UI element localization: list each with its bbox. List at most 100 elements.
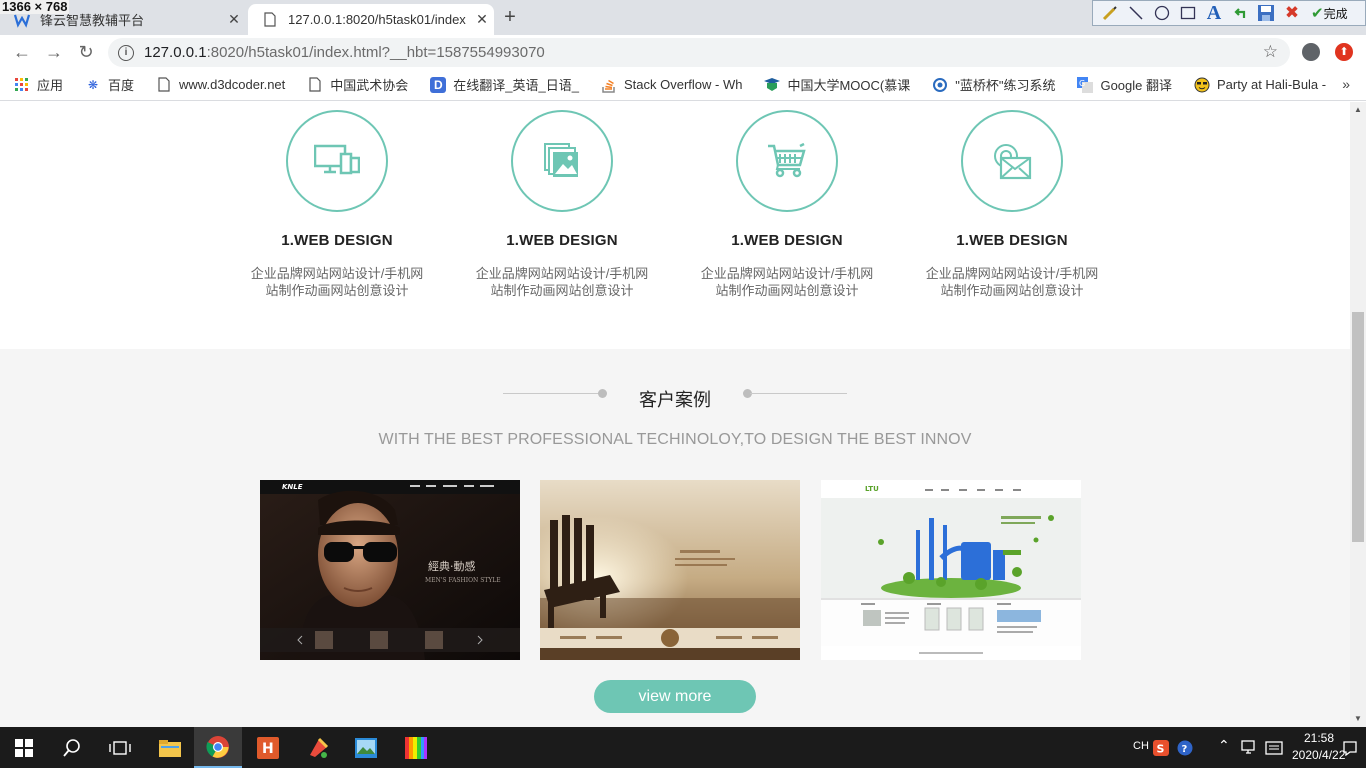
back-arrow-icon[interactable]: ← xyxy=(10,41,34,63)
scroll-down-arrow-icon[interactable]: ▼ xyxy=(1350,711,1366,727)
bookmark-item[interactable]: Stack Overflow - Wh xyxy=(601,77,742,93)
scrollbar-thumb[interactable] xyxy=(1352,312,1364,542)
mooc-icon xyxy=(764,77,781,93)
view-more-button[interactable]: view more xyxy=(594,680,756,713)
client-cases-section: 客户案例 WITH THE BEST PROFESSIONAL TECHINOL… xyxy=(0,349,1350,727)
bookmark-item[interactable]: G Google 翻译 xyxy=(1077,75,1172,94)
taskbar-file-explorer[interactable] xyxy=(146,727,194,768)
task-view-button[interactable] xyxy=(96,727,144,768)
network-icon[interactable] xyxy=(1238,727,1262,768)
bookmark-label: Google 翻译 xyxy=(1100,78,1173,93)
page-scrollbar[interactable]: ▲ ▼ xyxy=(1350,102,1366,727)
lanqiao-icon xyxy=(932,77,948,93)
bookmark-item[interactable]: 应用 xyxy=(14,75,63,94)
scroll-up-arrow-icon[interactable]: ▲ xyxy=(1350,102,1366,118)
bookmark-label: Party at Hali-Bula - xyxy=(1217,77,1327,92)
section-subtitle: WITH THE BEST PROFESSIONAL TECHINOLOY,TO… xyxy=(378,431,972,448)
done-button[interactable]: ✔ 完成 xyxy=(1307,3,1352,23)
bookmark-item[interactable]: Party at Hali-Bula - xyxy=(1194,77,1326,93)
new-tab-button[interactable]: + xyxy=(498,6,522,29)
service-card: 1.WEB DESIGN 企业品牌网站网站设计/手机网站制作动画网站创意设计 xyxy=(687,110,887,299)
windows-taskbar: H CH S ? ⌃ 21:58 2020/4/22 xyxy=(0,727,1366,768)
bookmark-item[interactable]: www.d3dcoder.net xyxy=(156,77,285,93)
brush-icon[interactable] xyxy=(1099,3,1121,23)
task-view-icon xyxy=(109,740,131,755)
taskbar-image-viewer[interactable] xyxy=(342,727,390,768)
bookmark-label: 百度 xyxy=(108,78,135,93)
check-icon: ✔ xyxy=(1311,5,1324,22)
taskbar-hbuilder[interactable]: H xyxy=(244,727,292,768)
tab-title: 127.0.0.1:8020/h5task01/index xyxy=(288,12,466,27)
page-icon xyxy=(307,77,323,93)
lakeside-chair-thumbnail[interactable] xyxy=(540,480,800,660)
service-icon-circle xyxy=(286,110,388,212)
taskbar-color-app[interactable] xyxy=(392,727,440,768)
service-description: 企业品牌网站网站设计/手机网站制作动画网站创意设计 xyxy=(700,266,874,298)
bookmark-star-icon[interactable]: ☆ xyxy=(1263,42,1278,62)
extension-icon[interactable]: ⬆ xyxy=(1335,43,1353,61)
service-title: 1.WEB DESIGN xyxy=(956,232,1068,249)
address-bar[interactable]: i 127.0.0.1 :8020/h5task01/index.html?__… xyxy=(108,38,1290,67)
close-tab-icon[interactable]: ✕ xyxy=(222,11,246,28)
ime-indicator[interactable]: CH xyxy=(1133,740,1149,752)
bookmark-item[interactable]: D 在线翻译_英语_日语_ xyxy=(430,75,579,94)
save-icon[interactable] xyxy=(1255,3,1277,23)
fashion-site-thumbnail[interactable]: 經典·動感 MEN'S FASHION STYLE KNLE xyxy=(260,480,520,660)
monitor-devices-icon xyxy=(314,144,360,175)
tab-active[interactable]: 127.0.0.1:8020/h5task01/index ✕ xyxy=(248,4,494,35)
services-section: 1.WEB DESIGN 企业品牌网站网站设计/手机网站制作动画网站创意设计 1… xyxy=(0,102,1350,349)
color-bars-icon xyxy=(405,736,427,759)
svg-text:G: G xyxy=(1079,79,1085,88)
undo-icon[interactable] xyxy=(1229,3,1251,23)
bookmark-item[interactable]: 中国大学MOOC(慕课 xyxy=(764,75,910,94)
screenshot-dimensions-label: 1366 × 768 xyxy=(0,0,70,14)
help-icon[interactable]: ? xyxy=(1174,727,1196,768)
title-divider-right xyxy=(750,393,847,394)
windows-logo-icon xyxy=(15,738,33,757)
search-button[interactable] xyxy=(48,727,96,768)
chrome-icon xyxy=(206,735,229,758)
forward-arrow-icon[interactable]: → xyxy=(42,41,66,63)
service-description: 企业品牌网站网站设计/手机网站制作动画网站创意设计 xyxy=(250,266,424,298)
paint-icon xyxy=(310,737,329,758)
google-translate-icon: G xyxy=(1077,76,1094,93)
clock-time[interactable]: 21:58 xyxy=(1304,731,1334,745)
service-card: 1.WEB DESIGN 企业品牌网站网站设计/手机网站制作动画网站创意设计 xyxy=(912,110,1112,299)
sogou-icon[interactable]: S xyxy=(1148,727,1174,768)
notification-icon[interactable] xyxy=(1340,727,1360,768)
info-icon[interactable]: i xyxy=(118,44,134,61)
close-tab-icon[interactable]: ✕ xyxy=(470,11,494,28)
service-icon-circle xyxy=(511,110,613,212)
mail-envelope-icon xyxy=(994,144,1032,180)
bookmark-label: Stack Overflow - Wh xyxy=(623,77,743,92)
line-icon[interactable] xyxy=(1125,3,1147,23)
bookmark-item[interactable]: ❋ 百度 xyxy=(85,75,134,94)
service-title: 1.WEB DESIGN xyxy=(506,232,618,249)
service-title: 1.WEB DESIGN xyxy=(281,232,393,249)
text-tool-icon[interactable]: A xyxy=(1203,2,1225,24)
ellipse-icon[interactable] xyxy=(1151,3,1173,23)
account-avatar-icon[interactable] xyxy=(1302,43,1320,61)
taskbar-chrome[interactable] xyxy=(194,727,242,768)
bookmark-label: 中国大学MOOC(慕课 xyxy=(787,78,911,93)
input-method-icon[interactable] xyxy=(1262,727,1286,768)
service-icon-circle xyxy=(736,110,838,212)
smiley-icon xyxy=(1194,77,1210,93)
bookmark-item[interactable]: "蓝桥杯"练习系统 xyxy=(932,75,1055,94)
bookmarks-overflow-icon[interactable]: » xyxy=(1342,76,1350,92)
service-title: 1.WEB DESIGN xyxy=(731,232,843,249)
hbuilder-icon: H xyxy=(257,736,279,759)
cancel-icon[interactable]: ✖ xyxy=(1281,3,1303,23)
service-card: 1.WEB DESIGN 企业品牌网站网站设计/手机网站制作动画网站创意设计 xyxy=(237,110,437,299)
rectangle-icon[interactable] xyxy=(1177,3,1199,23)
service-description: 企业品牌网站网站设计/手机网站制作动画网站创意设计 xyxy=(925,266,1099,298)
reload-icon[interactable]: ↻ xyxy=(74,41,98,63)
snipping-toolbar: A ✖ ✔ 完成 xyxy=(1092,0,1366,26)
taskbar-paint-app[interactable] xyxy=(294,727,342,768)
green-factory-thumbnail[interactable]: LTU xyxy=(821,480,1081,660)
svg-text:LTU: LTU xyxy=(865,485,879,493)
clock-date[interactable]: 2020/4/22 xyxy=(1292,748,1345,762)
show-hidden-icons-icon[interactable]: ⌃ xyxy=(1218,737,1230,754)
bookmark-item[interactable]: 中国武术协会 xyxy=(307,75,408,94)
start-button[interactable] xyxy=(0,727,48,768)
